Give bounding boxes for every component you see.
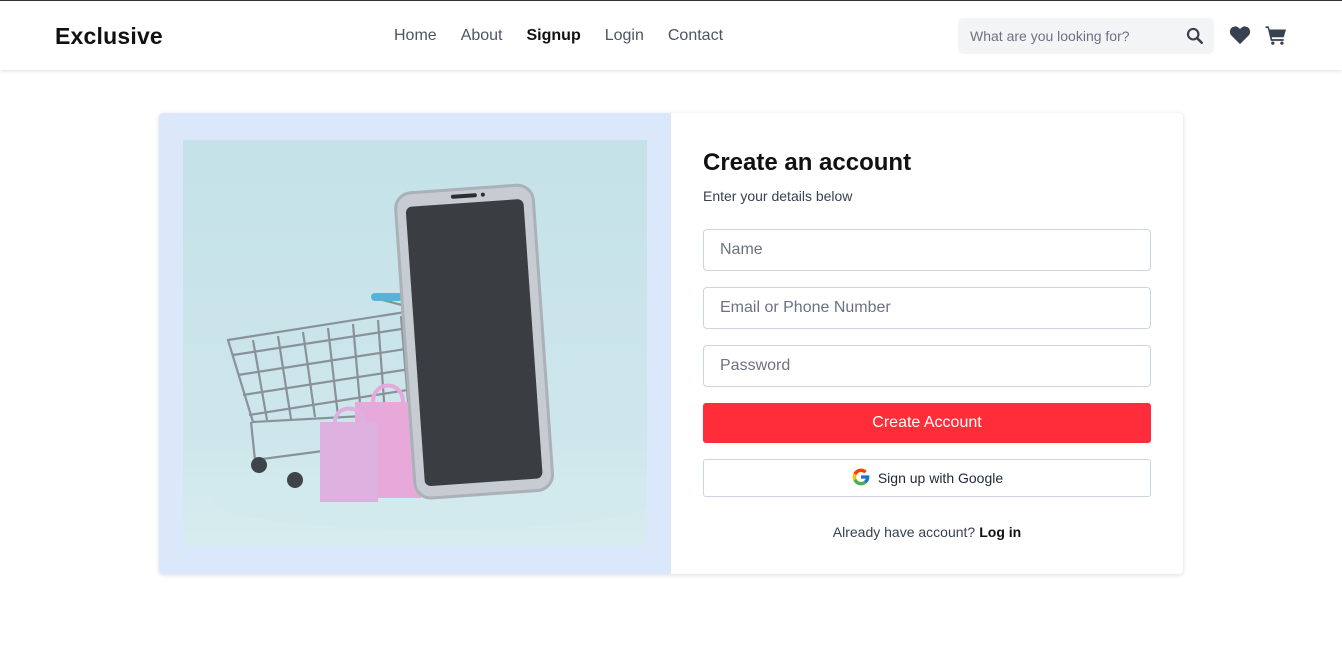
hero-panel	[159, 113, 671, 574]
hero-image	[183, 140, 647, 546]
phone-cart-illustration	[213, 183, 647, 530]
google-signup-button[interactable]: Sign up with Google	[703, 459, 1151, 497]
signup-form: Create an account Enter your details bel…	[671, 113, 1183, 574]
name-field[interactable]	[703, 229, 1151, 271]
brand-logo[interactable]: Exclusive	[55, 23, 163, 50]
nav-signup[interactable]: Signup	[527, 27, 581, 45]
search-icon[interactable]	[1186, 27, 1204, 45]
nav-about[interactable]: About	[461, 27, 503, 45]
nav-login[interactable]: Login	[605, 27, 644, 45]
top-navbar: Exclusive Home About Signup Login Contac…	[0, 0, 1342, 70]
signup-card: Create an account Enter your details bel…	[159, 113, 1183, 574]
main-nav: Home About Signup Login Contact	[394, 27, 747, 45]
smartphone	[394, 183, 555, 500]
create-account-button[interactable]: Create Account	[703, 403, 1151, 443]
google-icon	[851, 467, 871, 490]
shopping-bags	[320, 383, 421, 502]
nav-home[interactable]: Home	[394, 27, 437, 45]
cart-icon[interactable]	[1265, 25, 1287, 47]
google-signup-label: Sign up with Google	[877, 470, 1004, 486]
heart-icon[interactable]	[1229, 25, 1251, 47]
login-prompt-text: Already have account?	[832, 524, 976, 540]
search-box	[958, 18, 1214, 54]
login-link[interactable]: Log in	[979, 524, 1021, 540]
email-field[interactable]	[703, 287, 1151, 329]
form-title: Create an account	[703, 149, 912, 176]
nav-contact[interactable]: Contact	[668, 27, 723, 45]
search-input[interactable]	[958, 18, 1178, 54]
password-field[interactable]	[703, 345, 1151, 387]
login-prompt: Already have account? Log in	[703, 524, 1151, 540]
form-subtitle: Enter your details below	[703, 188, 853, 204]
